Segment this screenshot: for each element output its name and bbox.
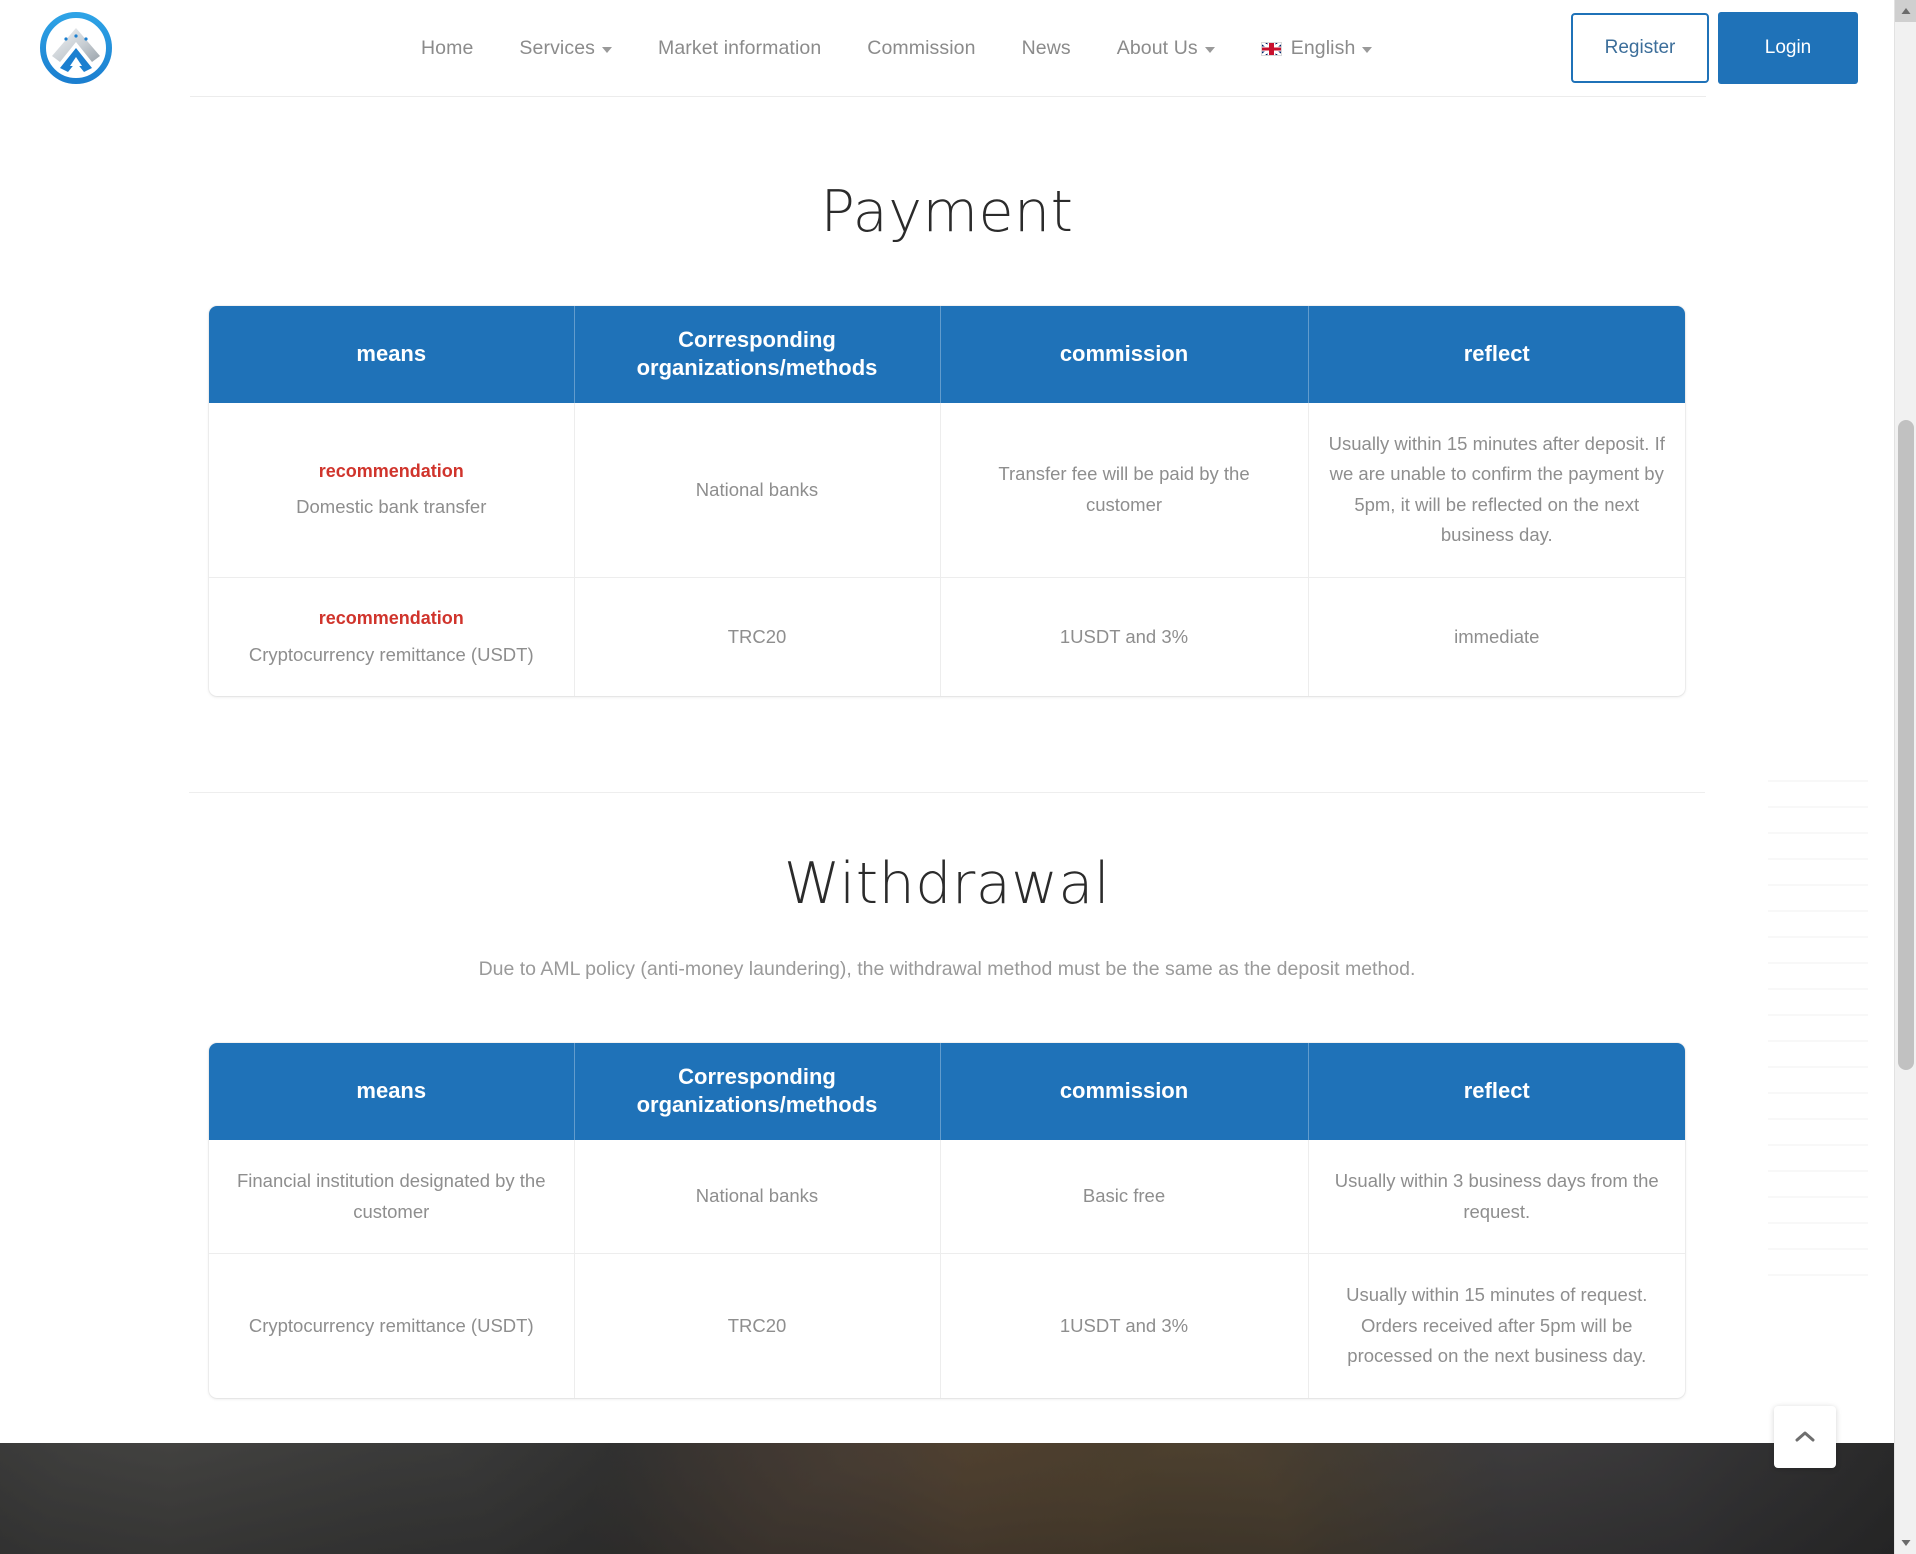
page-scrollbar[interactable] [1894, 0, 1916, 1554]
payment-row1-organization: TRC20 [574, 577, 941, 697]
payment-col-organizations: Corresponding organizations/methods [574, 305, 941, 403]
payment-row1-means-label: Cryptocurrency remittance (USDT) [248, 643, 534, 665]
header-actions: Register Login [1571, 12, 1858, 84]
login-button[interactable]: Login [1718, 12, 1858, 84]
footer-hero-image [0, 1443, 1894, 1554]
withdrawal-col-means: means [209, 1042, 575, 1141]
table-row: Cryptocurrency remittance (USDT) TRC20 1… [209, 1253, 1685, 1398]
footer-photo-overlay [0, 1443, 1894, 1554]
payment-row1-reflect: immediate [1454, 625, 1540, 647]
chevron-down-icon [602, 47, 612, 53]
payment-section-title: Payment [820, 179, 1074, 245]
payment-table-head: means Corresponding organizations/method… [209, 305, 1685, 403]
register-button[interactable]: Register [1571, 13, 1709, 83]
withdrawal-section-title: Withdrawal [783, 851, 1111, 918]
nav-label-commission: Commission [867, 36, 976, 59]
payment-row0-means: recommendation Domestic bank transfer [209, 402, 575, 578]
table-row: recommendation Domestic bank transfer Na… [209, 402, 1685, 578]
login-label: Login [1764, 37, 1812, 58]
page-root: Home Services Market information Commiss… [0, 0, 1916, 1554]
chevron-up-icon [1795, 1431, 1815, 1442]
withdrawal-row1-reflect: Usually within 15 minutes of request. Or… [1346, 1284, 1648, 1367]
withdrawal-row0-organization: National banks [574, 1140, 941, 1255]
payment-table-container: means Corresponding organizations/method… [209, 305, 1685, 697]
nav-item-market-information[interactable]: Market information [635, 37, 844, 60]
header-divider [190, 96, 1706, 97]
scrollbar-arrow-down[interactable] [1895, 1532, 1916, 1554]
nav-item-about-us[interactable]: About Us [1094, 37, 1238, 60]
withdrawal-header-row: means Corresponding organizations/method… [209, 1042, 1685, 1141]
nav-item-home[interactable]: Home [398, 37, 496, 60]
nav-label-news: News [1021, 36, 1071, 59]
chevron-down-icon [1362, 47, 1373, 53]
withdrawal-row0-commission: Basic free [940, 1140, 1309, 1255]
withdrawal-col-reflect: reflect [1308, 1042, 1685, 1141]
primary-navigation: Home Services Market information Commiss… [398, 0, 1395, 96]
nav-item-commission[interactable]: Commission [844, 37, 998, 60]
withdrawal-table-container: means Corresponding organizations/method… [209, 1042, 1685, 1398]
payment-col-means: means [209, 305, 575, 403]
nav-label-about-us: About Us [1116, 36, 1198, 59]
uk-flag-icon [1260, 42, 1282, 56]
chevron-down-icon [1204, 47, 1215, 53]
nav-item-services[interactable]: Services [496, 37, 635, 60]
withdrawal-col-organizations: Corresponding organizations/methods [574, 1042, 941, 1141]
withdrawal-row0-means: Financial institution designated by the … [209, 1140, 575, 1255]
payment-table-body: recommendation Domestic bank transfer Na… [209, 402, 1685, 697]
payment-row0-commission: Transfer fee will be paid by the custome… [940, 402, 1309, 578]
scrollbar-arrow-up-icon [1901, 8, 1911, 14]
browser-viewport: Home Services Market information Commiss… [0, 0, 1894, 1554]
register-label: Register [1604, 37, 1676, 58]
nav-item-news[interactable]: News [999, 37, 1094, 60]
logo-icon [40, 12, 112, 84]
language-label: English [1290, 36, 1356, 59]
payment-row0-reflect: Usually within 15 minutes after deposit.… [1308, 402, 1685, 578]
section-divider [189, 792, 1705, 794]
scrollbar-arrow-down-icon [1901, 1540, 1911, 1546]
payment-table: means Corresponding organizations/method… [209, 305, 1685, 697]
payment-row1-commission: 1USDT and 3% [940, 577, 1309, 697]
nav-label-home: Home [421, 36, 474, 59]
table-row: Financial institution designated by the … [209, 1140, 1685, 1255]
site-logo[interactable] [36, 8, 116, 88]
withdrawal-row1-commission: 1USDT and 3% [940, 1253, 1309, 1398]
site-header: Home Services Market information Commiss… [0, 0, 1894, 97]
payment-row0-means-label: Domestic bank transfer [296, 496, 487, 518]
scrollbar-arrow-up[interactable] [1895, 0, 1916, 22]
nav-label-market-information: Market information [658, 36, 822, 59]
recommendation-badge: recommendation [318, 460, 464, 481]
nav-label-services: Services [519, 36, 595, 59]
payment-header-row: means Corresponding organizations/method… [209, 305, 1685, 403]
recommendation-badge: recommendation [318, 607, 464, 628]
withdrawal-note: Due to AML policy (anti-money laundering… [478, 957, 1416, 980]
payment-col-reflect: reflect [1308, 305, 1685, 403]
withdrawal-table-head: means Corresponding organizations/method… [209, 1042, 1685, 1141]
language-switcher[interactable]: English [1238, 37, 1396, 60]
withdrawal-row1-organization: TRC20 [574, 1253, 941, 1398]
withdrawal-col-commission: commission [940, 1042, 1309, 1141]
table-row: recommendation Cryptocurrency remittance… [209, 577, 1685, 697]
payment-col-commission: commission [940, 305, 1309, 403]
payment-row0-organization: National banks [574, 402, 941, 578]
scroll-to-top-button[interactable] [1774, 1406, 1836, 1468]
main-content: Payment means Corresponding organization… [0, 181, 1894, 1398]
withdrawal-row0-reflect: Usually within 3 business days from the … [1308, 1140, 1685, 1255]
withdrawal-table-body: Financial institution designated by the … [209, 1140, 1685, 1398]
withdrawal-table: means Corresponding organizations/method… [209, 1042, 1685, 1398]
withdrawal-row1-means: Cryptocurrency remittance (USDT) [209, 1253, 575, 1398]
scrollbar-thumb[interactable] [1898, 420, 1914, 1070]
payment-row1-means: recommendation Cryptocurrency remittance… [209, 577, 575, 697]
